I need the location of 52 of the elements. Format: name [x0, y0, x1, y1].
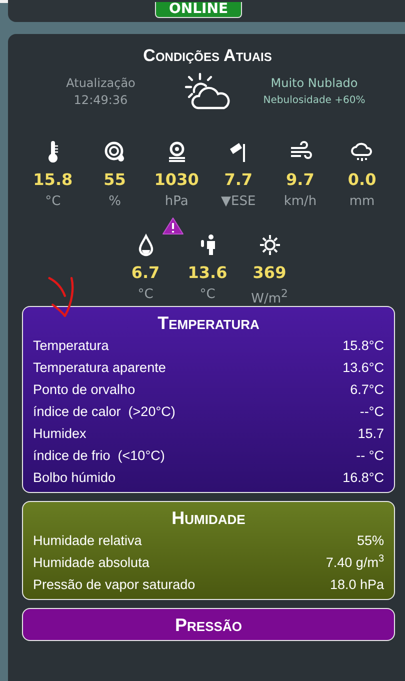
row-value: 18.0 hPa — [330, 576, 384, 594]
row-label: índice de calor (>20°C) — [33, 403, 176, 422]
row-value: 15.8°C — [342, 337, 384, 356]
row-value: --°C — [360, 403, 384, 422]
metric-value: 13.6 — [188, 263, 228, 282]
metric-unit: °C — [45, 194, 61, 209]
hygrometer-icon — [102, 140, 127, 164]
cloud-cover-text: Nebulosidade +60% — [263, 94, 366, 108]
metric-unit: W/m$^{2}$ — [251, 287, 288, 306]
row-value: 55% — [356, 532, 384, 550]
section-title: Temperatura — [156, 312, 260, 336]
row-value: 13.6°C — [342, 359, 384, 378]
metric-unit: hPa — [164, 194, 188, 209]
row-value: 6.7°C — [350, 381, 384, 400]
metric-value: 0.0 — [348, 170, 376, 189]
rain-cloud-icon — [350, 140, 374, 164]
row-label: índice de frio (<10°C) — [33, 447, 165, 466]
metric-value: 9.7 — [286, 170, 314, 189]
row-value: -- °C — [356, 447, 384, 466]
metric-value: 7.7 — [224, 170, 253, 189]
metric-value: 15.8 — [33, 170, 73, 189]
update-time: 12:49:36 — [74, 92, 128, 109]
row-value: 16.8°C — [342, 469, 384, 488]
sun-icon — [258, 233, 282, 257]
panel-title: Condições Atuais — [142, 46, 273, 66]
online-badge: ONLINE — [154, 2, 242, 18]
arrow-drawing — [48, 277, 74, 317]
row-value: 7.40 g/m$^{3}$ — [326, 552, 384, 572]
section-title: Pressão — [174, 614, 243, 638]
metric-unit: °C — [200, 287, 216, 302]
metric-unit: km/h — [284, 194, 317, 209]
metric-unit: °C — [138, 287, 154, 302]
row-label: Pressão de vapor saturado — [33, 576, 196, 594]
metric-unit: % — [108, 194, 121, 209]
row-label: Humidade absoluta — [33, 554, 150, 572]
metric-unit: ▼ESE — [221, 194, 256, 209]
row-label: Ponto de orvalho — [33, 381, 136, 400]
metric-value: 6.7 — [131, 263, 160, 282]
row-label: Temperatura — [33, 337, 109, 356]
row-value: 15.7 — [358, 425, 384, 444]
section-title: Humidade — [170, 507, 246, 530]
condition-text: Muito Nublado — [270, 75, 358, 92]
row-label: Temperatura aparente — [33, 359, 166, 378]
metric-value: 1030 — [154, 170, 199, 189]
row-label: Bolbo húmido — [33, 469, 116, 488]
row-label: Humidex — [33, 425, 86, 444]
update-label: Atualização — [66, 75, 136, 92]
row-label: Humidade relativa — [33, 532, 142, 550]
metric-unit: mm — [349, 194, 375, 209]
metric-value: 369 — [252, 263, 286, 282]
warning-icon — [162, 217, 184, 235]
metric-value: 55 — [104, 170, 126, 189]
